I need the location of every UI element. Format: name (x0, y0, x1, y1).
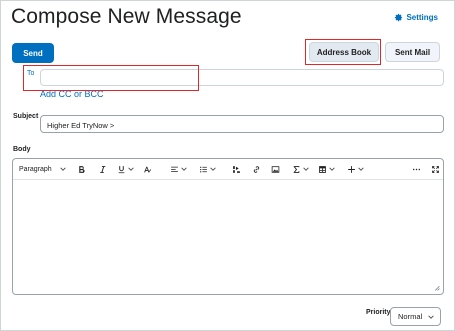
underline-icon (118, 165, 125, 173)
list-icon (200, 166, 207, 172)
bold-icon (79, 165, 85, 173)
more-icon (412, 168, 421, 170)
body-label: Body (13, 146, 31, 153)
bold-button[interactable] (77, 159, 86, 179)
subject-label: Subject (13, 113, 39, 120)
chevron-down-icon (181, 167, 187, 171)
chevron-down-icon (210, 167, 216, 171)
settings-link[interactable]: Settings (394, 13, 438, 22)
priority-select[interactable]: Normal (390, 307, 441, 326)
chevron-down-icon (329, 167, 335, 171)
font-style-button[interactable] (143, 159, 152, 179)
chevron-down-icon (303, 167, 309, 171)
align-button[interactable] (170, 159, 187, 179)
resize-handle-icon[interactable] (434, 285, 440, 291)
body-editor[interactable]: Paragraph (12, 158, 444, 295)
chevron-down-icon (128, 167, 134, 171)
image-button[interactable] (271, 159, 280, 179)
address-book-highlight (305, 39, 381, 65)
equation-button[interactable] (292, 159, 309, 179)
to-field-highlight (23, 65, 199, 91)
italic-button[interactable] (98, 159, 107, 179)
fullscreen-button[interactable] (431, 159, 440, 179)
image-icon (271, 165, 280, 173)
priority-value: Normal (398, 312, 423, 321)
list-button[interactable] (199, 159, 216, 179)
chevron-down-icon (358, 167, 364, 171)
table-icon (319, 165, 326, 173)
italic-icon (100, 165, 106, 173)
gear-icon (395, 13, 403, 22)
paragraph-style-label: Paragraph (19, 165, 52, 173)
fullscreen-icon (432, 165, 439, 173)
add-icon (348, 165, 355, 173)
paragraph-style-select[interactable]: Paragraph (19, 159, 66, 179)
more-button[interactable] (412, 159, 421, 179)
equation-icon (293, 165, 300, 173)
add-button[interactable] (347, 159, 364, 179)
sent-mail-button[interactable]: Sent Mail (385, 42, 440, 62)
chevron-down-icon (59, 167, 66, 171)
chevron-down-icon (428, 315, 434, 319)
link-button[interactable] (252, 159, 261, 179)
editor-toolbar: Paragraph (13, 159, 443, 180)
insert-media-button[interactable] (232, 159, 241, 179)
insert-media-icon (233, 165, 240, 173)
table-button[interactable] (318, 159, 335, 179)
page-title: Compose New Message (11, 5, 242, 28)
link-icon (253, 165, 260, 173)
priority-label: Priority (366, 309, 391, 316)
font-style-icon (144, 166, 152, 173)
align-icon (171, 166, 178, 172)
settings-label: Settings (406, 13, 438, 22)
send-button[interactable]: Send (12, 43, 54, 63)
underline-button[interactable] (117, 159, 134, 179)
subject-field[interactable]: Higher Ed TryNow > (40, 115, 444, 133)
